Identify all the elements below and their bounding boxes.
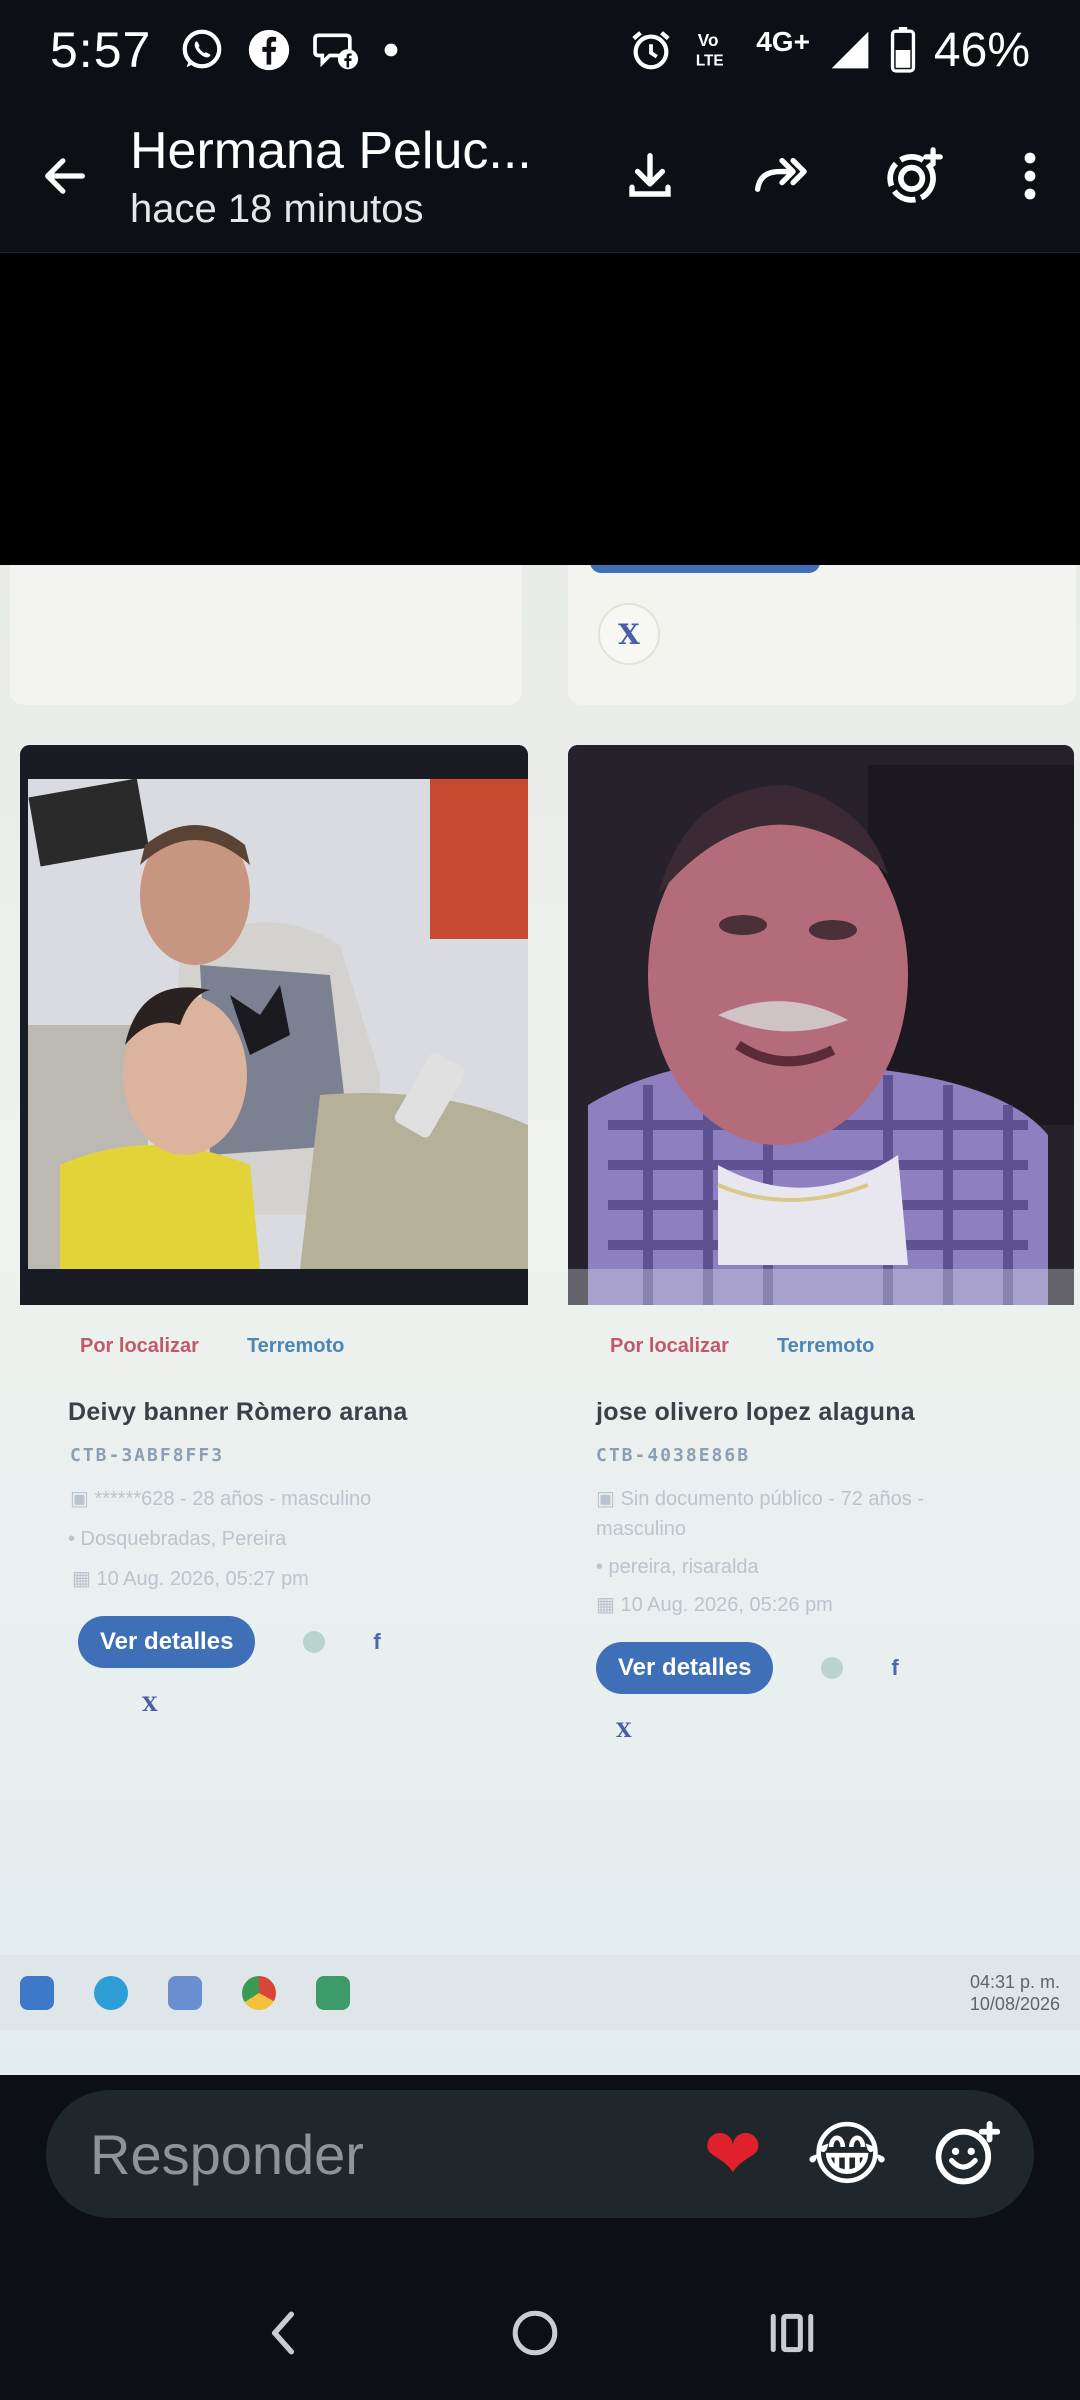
help-icon (94, 1975, 128, 2010)
back-button[interactable] (0, 100, 130, 253)
person-card-right: Por localizar Terremoto jose olivero lop… (580, 1335, 1040, 1742)
x-share-icon: X (598, 603, 660, 665)
volte-icon: Vo LTE (692, 27, 738, 73)
svg-text:LTE: LTE (696, 52, 724, 69)
more-vertical-icon (1024, 152, 1036, 200)
media-viewer-header: Hermana Peluc... hace 18 minutos (0, 100, 1080, 253)
details-button: Ver detalles (78, 1616, 256, 1668)
status-time: 5:57 (50, 22, 152, 78)
reply-placeholder: Responder (90, 2122, 364, 2186)
network-type-icon: 4G+ (756, 26, 810, 57)
teams-icon (168, 1975, 202, 2010)
signal-icon (828, 28, 872, 72)
reply-input[interactable]: Responder ❤ 😂 (46, 2090, 1034, 2218)
photo-older-man (568, 745, 1074, 1305)
facebook-share-icon: f (891, 1655, 899, 1680)
chevron-left-icon (272, 2311, 295, 2354)
forward-icon (754, 157, 807, 192)
photo-card-left (20, 745, 528, 1305)
taskbar-time: 04:31 p. m. (969, 1971, 1060, 1992)
nav-recents-button[interactable] (767, 2310, 817, 2356)
whatsapp-share-icon (821, 1657, 844, 1679)
notification-icons (179, 27, 399, 73)
facebook-icon (247, 28, 291, 72)
battery-icon (890, 27, 916, 73)
card-tags: Por localizar Terremoto (80, 1335, 530, 1358)
header-title-block: Hermana Peluc... hace 18 minutos (130, 121, 570, 232)
event-tag: Terremoto (246, 1335, 345, 1357)
card-tags: Por localizar Terremoto (610, 1335, 1040, 1358)
reply-area: Responder ❤ 😂 (0, 2075, 1080, 2265)
person-name: Deivy banner Ròmero arana (68, 1398, 408, 1426)
card-actions: Ver detalles f (596, 1642, 1040, 1694)
photographed-taskbar: 04:31 p. m. 10/08/2026 (0, 1955, 1080, 2030)
chat-title: Hermana Peluc... (130, 121, 532, 180)
recents-icon (770, 2313, 813, 2352)
previous-card-left (10, 565, 522, 705)
photographed-screen: X Por localizar Terremoto Deivy banner R… (0, 565, 1080, 2085)
timestamp: hace 18 minutos (130, 186, 424, 231)
status-bar: 5:57 Vo LTE 4G+ 46% (0, 0, 1080, 100)
chrome-icon (242, 1975, 276, 2010)
messenger-chat-icon (313, 28, 361, 72)
date-line: ▦ 10 Aug. 2026, 05:27 pm (72, 1568, 309, 1590)
home-circle-icon (512, 2310, 558, 2355)
document-line: ▣ ******628 - 28 años - masculino (70, 1488, 372, 1510)
previous-card-right: X (568, 565, 1076, 705)
x-share-icon: X (142, 1692, 158, 1716)
event-tag: Terremoto (776, 1335, 875, 1357)
person-card-left: Por localizar Terremoto Deivy banner Ròm… (68, 1335, 530, 1716)
arrow-left-icon (45, 158, 85, 194)
file-explorer-icon (20, 1975, 54, 2010)
status-tag: Por localizar (610, 1335, 729, 1357)
download-icon (629, 153, 671, 197)
facebook-share-icon: f (373, 1629, 381, 1654)
date-line: ▦ 10 Aug. 2026, 05:26 pm (596, 1594, 833, 1616)
case-code: CTB-4038E86B (596, 1445, 751, 1466)
forward-button[interactable] (716, 111, 848, 241)
x-share-icon: X (616, 1718, 632, 1742)
download-button[interactable] (584, 111, 716, 241)
laughing-reaction-icon[interactable]: 😂 (806, 2113, 888, 2195)
nav-home-button[interactable] (510, 2308, 560, 2358)
media-image-area[interactable]: X Por localizar Terremoto Deivy banner R… (0, 253, 1080, 2085)
more-options-button[interactable] (980, 111, 1080, 241)
excel-icon (316, 1975, 350, 2010)
svg-text:Vo: Vo (698, 30, 719, 50)
document-line: ▣ Sin documento público - 72 años - masc… (596, 1488, 924, 1540)
taskbar-clock: 04:31 p. m. 10/08/2026 (970, 1971, 1060, 2015)
add-reaction-button[interactable] (932, 2120, 1000, 2188)
status-add-icon (887, 147, 943, 203)
battery-percentage: 46% (933, 23, 1030, 77)
details-button: Ver detalles (596, 1642, 774, 1694)
nav-back-button[interactable] (263, 2308, 303, 2358)
whatsapp-share-icon (303, 1631, 326, 1653)
whatsapp-icon (179, 27, 225, 73)
taskbar-date: 10/08/2026 (969, 1993, 1060, 2014)
emoji-plus-icon (935, 2121, 1000, 2185)
location-line: • Dosquebradas, Pereira (68, 1528, 287, 1550)
more-notifications-dot-icon (383, 42, 399, 58)
photo-card-right (568, 745, 1074, 1305)
header-actions (584, 111, 1080, 241)
status-tag: Por localizar (80, 1335, 199, 1357)
quick-reactions: ❤ 😂 (704, 2113, 1034, 2195)
previous-card-button (590, 565, 820, 573)
case-code: CTB-3ABF8FF3 (70, 1445, 225, 1466)
photo-two-men (20, 745, 528, 1305)
card-actions: Ver detalles f (78, 1616, 530, 1668)
heart-reaction-icon[interactable]: ❤ (704, 2113, 763, 2195)
location-line: • pereira, risaralda (596, 1556, 759, 1578)
add-status-button[interactable] (848, 111, 980, 241)
person-name: jose olivero lopez alaguna (596, 1398, 915, 1426)
alarm-icon (628, 27, 674, 73)
system-icons: Vo LTE 4G+ 46% (628, 23, 1030, 78)
system-navigation-bar (0, 2265, 1080, 2400)
